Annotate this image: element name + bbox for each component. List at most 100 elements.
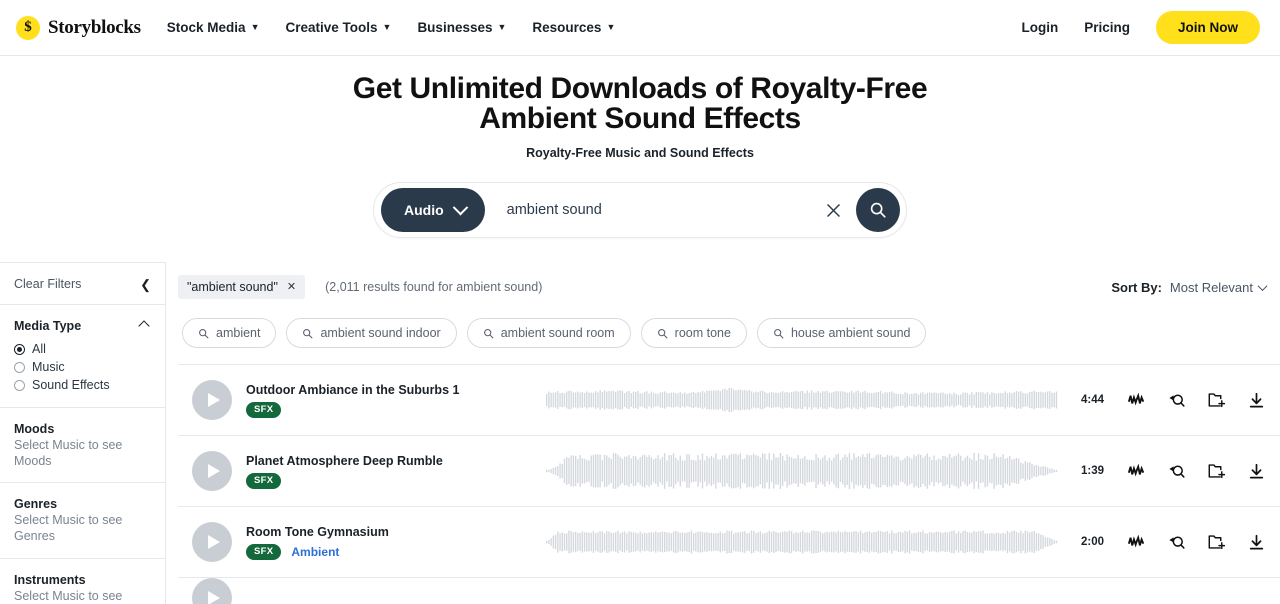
track-tags: SFX Ambient <box>246 543 546 560</box>
filter-media-type-header[interactable]: Media Type <box>14 319 151 333</box>
nav-item-businesses[interactable]: Businesses ▼ <box>417 20 506 35</box>
search-box: Audio <box>373 182 907 238</box>
chip-label: ambient sound room <box>500 326 615 340</box>
track-meta: Planet Atmosphere Deep Rumble SFX <box>246 454 546 489</box>
find-similar-icon[interactable] <box>1166 461 1186 481</box>
search-icon <box>303 328 313 338</box>
track-actions <box>1126 461 1266 481</box>
play-button[interactable] <box>192 451 232 491</box>
waveform[interactable] <box>546 520 1058 564</box>
play-icon <box>207 393 220 407</box>
brand-logo[interactable]: $ Storyblocks <box>16 15 141 40</box>
chip-label: ambient <box>216 326 261 340</box>
track-actions <box>1126 390 1266 410</box>
chevron-down-icon: ▼ <box>497 22 507 32</box>
waveform[interactable] <box>546 449 1058 493</box>
track-meta: Outdoor Ambiance in the Suburbs 1 SFX <box>246 383 546 418</box>
add-to-folder-icon[interactable] <box>1206 532 1226 552</box>
media-type-selector[interactable]: Audio <box>381 188 485 232</box>
main-nav: Stock Media ▼ Creative Tools ▼ Businesse… <box>167 20 616 35</box>
search-icon <box>773 328 784 338</box>
nav-item-creative-tools[interactable]: Creative Tools ▼ <box>285 20 391 35</box>
suggestion-chips: ambient ambient sound indoor ambient sou… <box>178 312 1280 364</box>
waveform-graphic <box>546 530 1058 554</box>
nav-item-resources[interactable]: Resources ▼ <box>532 20 615 35</box>
header-actions: Login Pricing Join Now <box>1021 11 1260 44</box>
chevron-down-icon <box>452 199 468 215</box>
track-row[interactable]: Outdoor Ambiance in the Suburbs 1 SFX 4:… <box>178 364 1280 435</box>
similar-tempo-icon[interactable] <box>1126 390 1146 410</box>
clear-filters-button[interactable]: Clear Filters <box>14 277 81 291</box>
chevron-down-icon: ▼ <box>382 22 392 32</box>
find-similar-icon[interactable] <box>1166 390 1186 410</box>
download-icon[interactable] <box>1246 532 1266 552</box>
page-subtitle: Royalty-Free Music and Sound Effects <box>526 146 754 160</box>
download-icon[interactable] <box>1246 390 1266 410</box>
filter-moods[interactable]: Moods Select Music to see Moods <box>0 408 165 484</box>
find-similar-icon[interactable] <box>1166 532 1186 552</box>
play-icon <box>207 591 220 604</box>
radio-icon <box>14 379 25 391</box>
chevron-up-icon <box>138 320 150 332</box>
suggestion-chip-ambient-sound-indoor[interactable]: ambient sound indoor <box>286 318 457 348</box>
join-now-button[interactable]: Join Now <box>1156 11 1260 44</box>
suggestion-chip-ambient[interactable]: ambient <box>182 318 277 348</box>
track-duration: 1:39 <box>1080 465 1104 477</box>
add-to-folder-icon[interactable] <box>1206 390 1226 410</box>
download-icon[interactable] <box>1246 461 1266 481</box>
track-row[interactable]: Planet Atmosphere Deep Rumble SFX 1:39 <box>178 435 1280 506</box>
radio-option-all[interactable]: All <box>14 340 151 358</box>
search-input[interactable] <box>484 202 818 218</box>
radio-label: All <box>32 342 46 356</box>
filter-genres[interactable]: Genres Select Music to see Genres <box>0 483 165 559</box>
chip-label: house ambient sound <box>790 326 911 340</box>
nav-item-stock-media[interactable]: Stock Media ▼ <box>167 20 260 35</box>
chip-label: room tone <box>674 326 731 340</box>
brand-name: Storyblocks <box>48 16 141 38</box>
track-actions <box>1126 532 1266 552</box>
suggestion-chip-house-ambient-sound[interactable]: house ambient sound <box>756 318 927 348</box>
waveform[interactable] <box>546 378 1058 422</box>
track-title[interactable]: Planet Atmosphere Deep Rumble <box>246 454 546 468</box>
active-filter-label: "ambient sound" <box>187 280 278 294</box>
radio-option-sound-effects[interactable]: Sound Effects <box>14 376 151 394</box>
login-link[interactable]: Login <box>1021 20 1058 35</box>
track-tag-link[interactable]: Ambient <box>291 545 339 559</box>
similar-tempo-icon[interactable] <box>1126 532 1146 552</box>
sort-control: Sort By: Most Relevant <box>1111 279 1268 295</box>
storyblocks-logo-icon: $ <box>16 15 40 40</box>
pricing-link[interactable]: Pricing <box>1084 20 1130 35</box>
similar-tempo-icon[interactable] <box>1126 461 1146 481</box>
suggestion-chip-ambient-sound-room[interactable]: ambient sound room <box>466 318 631 348</box>
filter-title: Media Type <box>14 319 82 333</box>
filter-instruments[interactable]: Instruments Select Music to see Instrume… <box>0 559 165 604</box>
add-to-folder-icon[interactable] <box>1206 461 1226 481</box>
track-row[interactable] <box>178 577 1280 604</box>
content-area: Clear Filters ❮ Media Type All Music Sou… <box>0 262 1280 604</box>
clear-search-icon[interactable] <box>818 195 848 225</box>
play-button[interactable] <box>192 380 232 420</box>
sort-dropdown[interactable]: Most Relevant <box>1170 280 1268 295</box>
search-submit-button[interactable] <box>856 188 900 232</box>
play-button[interactable] <box>192 522 232 562</box>
sort-label: Sort By: <box>1111 279 1162 295</box>
active-filter-chip: "ambient sound" ✕ <box>178 275 306 299</box>
play-button[interactable] <box>192 578 232 604</box>
nav-label: Stock Media <box>166 20 246 35</box>
chevron-down-icon: ▼ <box>250 22 260 32</box>
suggestion-chip-room-tone[interactable]: room tone <box>640 318 747 348</box>
waveform-graphic <box>546 388 1058 412</box>
radio-icon <box>14 361 25 373</box>
track-title[interactable]: Outdoor Ambiance in the Suburbs 1 <box>246 383 546 397</box>
status-badge: SFX <box>246 472 282 489</box>
remove-filter-icon[interactable]: ✕ <box>287 281 296 293</box>
track-row[interactable]: Room Tone Gymnasium SFX Ambient 2:00 <box>178 506 1280 577</box>
chevron-down-icon <box>1257 280 1268 291</box>
collapse-sidebar-icon[interactable]: ❮ <box>140 278 151 291</box>
track-title[interactable]: Room Tone Gymnasium <box>246 525 546 539</box>
play-icon <box>207 535 220 549</box>
radio-option-music[interactable]: Music <box>14 358 151 376</box>
filter-note: Select Music to see Instruments <box>14 588 123 603</box>
filter-title: Instruments <box>14 572 86 587</box>
search-section: Audio <box>0 182 1280 238</box>
